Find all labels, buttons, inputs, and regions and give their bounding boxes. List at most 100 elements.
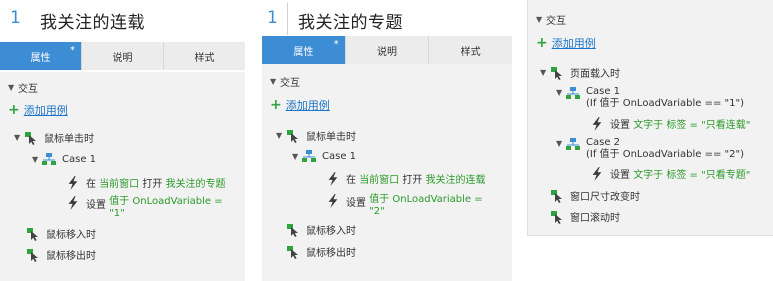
event-mouse-enter[interactable]: 鼠标移入时	[26, 226, 96, 241]
action-value-line1: 值于 OnLoadVariable =	[369, 194, 483, 205]
cursor-event-icon	[550, 210, 564, 224]
tab-properties[interactable]: 属性 *	[262, 36, 345, 64]
action-prefix: 在	[346, 175, 356, 186]
collapse-arrow-icon[interactable]: ▼	[540, 68, 550, 77]
collapse-arrow-icon[interactable]: ▼	[32, 155, 42, 164]
action-prefix: 设置	[346, 198, 366, 209]
action-page: 我关注的连载	[425, 175, 486, 186]
add-case-row[interactable]: + 添加用例	[270, 97, 330, 113]
collapse-arrow-icon[interactable]: ▼	[8, 83, 18, 92]
tab-style[interactable]: 样式	[163, 42, 245, 70]
page-title-bar: 1 我关注的连载	[0, 0, 245, 38]
collapse-arrow-icon[interactable]: ▼	[276, 131, 286, 140]
collapse-arrow-icon[interactable]: ▼	[270, 77, 280, 86]
lightning-action-icon	[590, 117, 604, 131]
action-set-variable[interactable]: 设置 值于 OnLoadVariable = "1"	[66, 196, 223, 220]
add-case-link[interactable]: 添加用例	[24, 102, 68, 118]
action-detail: 文字于 标签 = "只看连载"	[633, 120, 751, 131]
section-interactions[interactable]: ▼ 交互	[8, 80, 38, 95]
action-prefix: 设置	[610, 170, 630, 181]
event-click[interactable]: ▼ 鼠标单击时	[14, 130, 94, 145]
section-label: 交互	[280, 78, 300, 89]
action-prefix: 在	[86, 179, 96, 190]
case-tree-icon	[566, 86, 580, 100]
cursor-event-icon	[550, 66, 564, 80]
tab-properties[interactable]: 属性 *	[0, 42, 81, 70]
collapse-arrow-icon[interactable]: ▼	[556, 88, 566, 97]
case-1-row[interactable]: ▼ Case 1 (If 值于 OnLoadVariable == "1")	[556, 86, 744, 110]
tab-style-label: 样式	[460, 46, 481, 58]
case-label: Case 1	[586, 86, 621, 97]
event-label: 鼠标移出时	[306, 248, 356, 259]
section-label: 交互	[18, 84, 38, 95]
page-title[interactable]: 我关注的连载	[40, 8, 145, 33]
modified-star: *	[333, 39, 339, 50]
event-mouse-leave[interactable]: 鼠标移出时	[286, 244, 356, 259]
collapse-arrow-icon[interactable]: ▼	[292, 152, 302, 161]
cursor-event-icon	[26, 248, 40, 262]
action-prefix: 设置	[610, 120, 630, 131]
plus-icon: +	[270, 97, 282, 113]
collapse-arrow-icon[interactable]: ▼	[556, 139, 566, 148]
event-window-resize[interactable]: 窗口尺寸改变时	[550, 188, 640, 203]
case-tree-icon	[42, 152, 56, 166]
page-number: 1	[267, 8, 278, 28]
page-number: 1	[10, 8, 21, 28]
action-value-line2: "1"	[109, 208, 125, 219]
interaction-area: ▼ 交互 + 添加用例 ▼ 鼠标单击时 ▼ Case 1 在 当前窗口 打开 我…	[262, 64, 512, 281]
collapse-arrow-icon[interactable]: ▼	[536, 15, 546, 24]
event-page-load[interactable]: ▼ 页面载入时	[540, 65, 620, 80]
action-target: 当前窗口	[359, 175, 400, 186]
section-label: 交互	[546, 16, 566, 27]
tab-properties-label: 属性	[30, 52, 51, 64]
action-open-link[interactable]: 在 当前窗口 打开 我关注的专题	[66, 175, 226, 190]
add-case-row[interactable]: + 添加用例	[8, 102, 68, 118]
event-window-scroll[interactable]: 窗口滚动时	[550, 209, 620, 224]
cursor-event-icon	[286, 129, 300, 143]
action-value-line1: 值于 OnLoadVariable =	[109, 196, 223, 207]
section-interactions[interactable]: ▼ 交互	[536, 12, 566, 27]
add-case-row[interactable]: + 添加用例	[536, 35, 596, 51]
lightning-action-icon	[326, 194, 340, 208]
action-set-variable[interactable]: 设置 值于 OnLoadVariable = "2"	[326, 194, 483, 218]
inspector-tabs: 属性 * 说明 样式	[262, 36, 512, 64]
event-label: 鼠标单击时	[44, 134, 94, 145]
case-row[interactable]: ▼ Case 1	[292, 149, 356, 163]
tab-style[interactable]: 样式	[428, 36, 512, 64]
lightning-action-icon	[66, 196, 80, 210]
lightning-action-icon	[326, 172, 340, 186]
case-condition: (If 值于 OnLoadVariable == "2")	[586, 149, 744, 160]
divider	[287, 3, 288, 35]
add-case-link[interactable]: 添加用例	[552, 35, 596, 51]
event-label: 鼠标移入时	[306, 226, 356, 237]
case-label: Case 1	[322, 150, 357, 162]
event-mouse-leave[interactable]: 鼠标移出时	[26, 247, 96, 262]
action-detail: 文字于 标签 = "只看专题"	[633, 170, 751, 181]
page-title[interactable]: 我关注的专题	[298, 8, 403, 33]
lightning-action-icon	[66, 176, 80, 190]
case-condition: (If 值于 OnLoadVariable == "1")	[586, 98, 744, 109]
tab-notes[interactable]: 说明	[81, 42, 163, 70]
cursor-event-icon	[24, 131, 38, 145]
event-label: 页面载入时	[570, 69, 620, 80]
action-verb: 打开	[142, 179, 163, 190]
action-set-text-1[interactable]: 设置 文字于 标签 = "只看连载"	[590, 116, 750, 131]
case-row[interactable]: ▼ Case 1	[32, 152, 96, 166]
action-prefix: 设置	[86, 200, 106, 211]
case-tree-icon	[302, 149, 316, 163]
collapse-arrow-icon[interactable]: ▼	[14, 133, 24, 142]
tab-style-label: 样式	[194, 52, 215, 64]
interaction-area: ▼ 交互 + 添加用例 ▼ 鼠标单击时 ▼ Case 1 在 当前窗口 打开 我…	[0, 72, 245, 281]
panel-page-1: 1 我关注的连载 属性 * 说明 样式 ▼ 交互 + 添加用例 ▼ 鼠标单击时 …	[0, 0, 245, 281]
case-2-row[interactable]: ▼ Case 2 (If 值于 OnLoadVariable == "2")	[556, 137, 744, 161]
event-click[interactable]: ▼ 鼠标单击时	[276, 128, 356, 143]
action-set-text-2[interactable]: 设置 文字于 标签 = "只看专题"	[590, 166, 750, 181]
section-interactions[interactable]: ▼ 交互	[270, 74, 300, 89]
cursor-event-icon	[550, 189, 564, 203]
event-mouse-enter[interactable]: 鼠标移入时	[286, 222, 356, 237]
lightning-action-icon	[590, 167, 604, 181]
tab-notes[interactable]: 说明	[344, 36, 429, 64]
action-open-link[interactable]: 在 当前窗口 打开 我关注的连载	[326, 171, 486, 186]
add-case-link[interactable]: 添加用例	[286, 97, 330, 113]
tab-notes-label: 说明	[112, 52, 133, 64]
